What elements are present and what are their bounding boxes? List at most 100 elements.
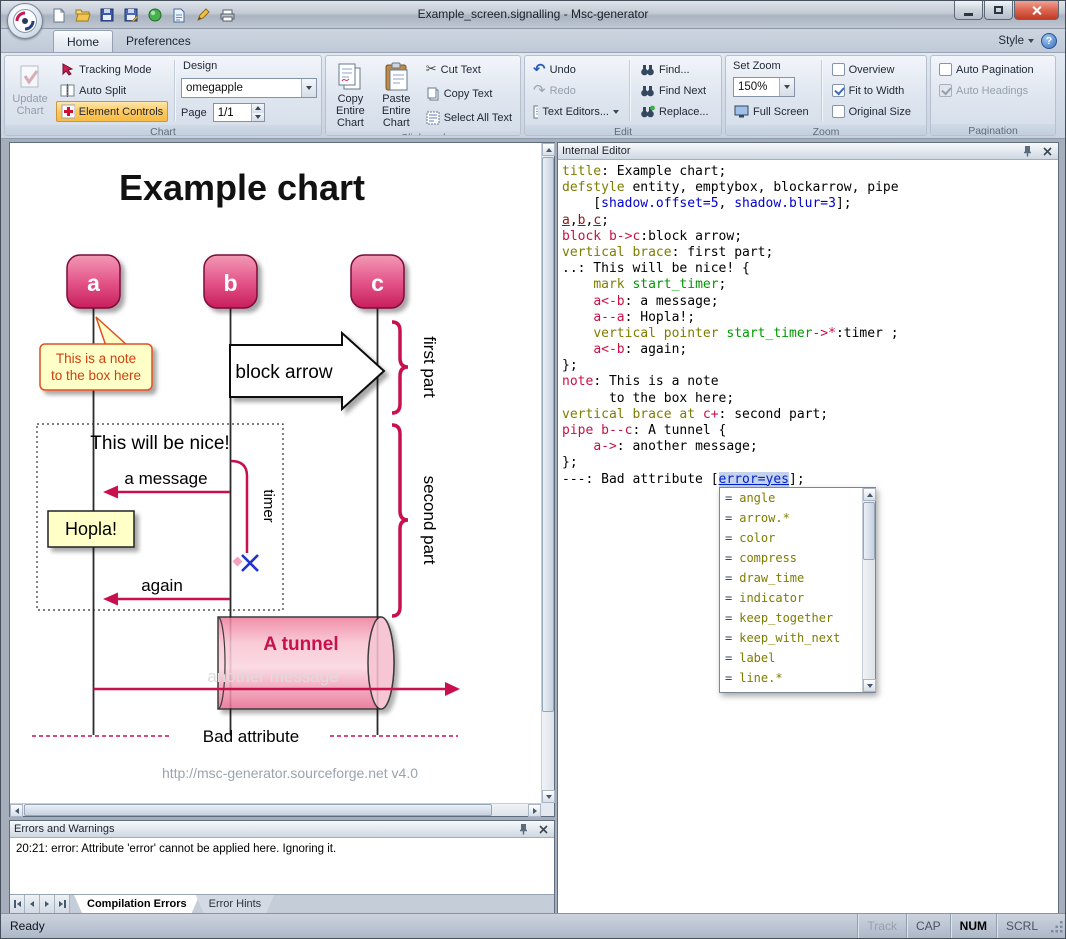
prev-tab-button[interactable] [25,895,40,913]
style-dropdown[interactable]: Style [998,35,1034,47]
tab-compilation-errors[interactable]: Compilation Errors [74,895,200,913]
message-again-arrowhead [103,593,118,606]
chart-title: Example chart [119,167,365,208]
autocomplete-item[interactable]: =compress [720,548,862,568]
overview-checkbox[interactable] [832,63,845,76]
next-tab-button[interactable] [40,895,55,913]
vertical-scroll-thumb[interactable] [542,157,554,712]
scroll-left-button[interactable] [10,804,23,817]
overview-checkbox-row[interactable]: Overview [828,59,922,80]
timer-end-marker [233,557,243,567]
tab-error-hints[interactable]: Error Hints [196,895,275,913]
autocomplete-item[interactable]: =draw_time [720,568,862,588]
app-menu-button[interactable] [7,3,43,39]
autocomplete-item-label: keep_with_next [739,631,840,645]
window-controls [953,1,1059,20]
close-panel-button[interactable] [1040,145,1054,158]
scroll-down-button[interactable] [542,790,555,803]
close-panel-button[interactable] [536,823,550,836]
spin-down-button[interactable] [252,113,264,122]
copy-entire-chart-button[interactable]: Copy Entire Chart [330,58,371,129]
minimize-button[interactable] [954,1,983,20]
autocomplete-item[interactable]: =line.* [720,668,862,688]
horizontal-scrollbar[interactable] [10,803,541,816]
text-editors-button[interactable]: Text Editors... [529,101,623,122]
redo-button[interactable]: ↷ Redo [529,80,623,101]
message-again-label: again [141,576,183,595]
horizontal-scroll-thumb[interactable] [24,804,492,816]
auto-pagination-checkbox[interactable] [939,63,952,76]
pin-button[interactable] [516,823,530,836]
undo-button[interactable]: ↶ Undo [529,59,623,80]
original-size-checkbox-row[interactable]: Original Size [828,101,922,122]
new-document-button[interactable] [49,5,69,25]
svg-text:c: c [371,270,384,296]
autocomplete-scroll-thumb[interactable] [863,502,875,560]
divider-label: Bad attribute [203,727,299,746]
print-button[interactable] [217,5,237,25]
chart-canvas[interactable]: Example chart This is a note to the box … [10,143,541,803]
auto-split-button[interactable]: Auto Split [56,80,168,101]
autocomplete-item[interactable]: =indicator [720,588,862,608]
zoom-combobox[interactable]: 150% [733,77,795,97]
fit-to-width-checkbox[interactable] [832,84,845,97]
auto-headings-checkbox[interactable] [939,84,952,97]
save-button[interactable] [97,5,117,25]
scroll-up-button[interactable] [863,488,876,501]
autocomplete-item[interactable]: =keep_together [720,608,862,628]
full-screen-button[interactable]: Full Screen [730,101,815,122]
scroll-up-button[interactable] [542,143,555,156]
update-chart-button[interactable]: Update Chart [9,58,51,123]
pipe-label: A tunnel [263,634,338,655]
tracking-mode-button[interactable]: Tracking Mode [56,59,168,80]
auto-headings-checkbox-row[interactable]: Auto Headings [935,80,1051,101]
status-caps-lock: CAP [906,914,950,938]
open-button[interactable] [73,5,93,25]
element-controls-button[interactable]: Element Controls [56,101,168,122]
autocomplete-item[interactable]: =keep_with_next [720,628,862,648]
autocomplete-item[interactable]: =color [720,528,862,548]
find-next-button[interactable]: Find Next [636,80,717,101]
copy-text-button[interactable]: Copy Text [422,83,516,104]
cut-text-button[interactable]: ✂ Cut Text [422,59,516,80]
status-scroll-lock: SCRL [996,914,1047,938]
tab-preferences[interactable]: Preferences [113,30,204,52]
select-all-text-button[interactable]: Select All Text [422,107,516,128]
preview-button[interactable] [169,5,189,25]
first-tab-button[interactable] [10,895,25,913]
status-ready: Ready [1,919,45,933]
close-button[interactable] [1014,1,1059,20]
original-size-checkbox[interactable] [832,105,845,118]
chevron-left-icon [12,808,19,814]
auto-pagination-checkbox-row[interactable]: Auto Pagination [935,59,1051,80]
editor-body[interactable]: title: Example chart;defstyle entity, em… [558,160,1058,913]
last-tab-button[interactable] [55,895,70,913]
maximize-button[interactable] [984,1,1013,20]
attribute-icon: = [725,511,732,525]
errors-tab-strip: Compilation Errors Error Hints [10,894,554,913]
autocomplete-item[interactable]: =arrow.* [720,508,862,528]
pipe-cap [368,617,394,709]
help-button[interactable]: ? [1041,33,1057,49]
spin-up-button[interactable] [252,104,264,113]
resize-grip[interactable] [1051,921,1064,937]
fit-to-width-checkbox-row[interactable]: Fit to Width [828,80,922,101]
design-combobox[interactable]: omegapple [181,78,317,98]
editor-code[interactable]: title: Example chart;defstyle entity, em… [558,160,1058,488]
scrollbar-corner [541,803,554,816]
scroll-down-button[interactable] [863,679,876,692]
edit-button[interactable] [193,5,213,25]
autocomplete-item[interactable]: =angle [720,488,862,508]
replace-button[interactable]: Replace... [636,101,717,122]
vertical-scrollbar[interactable] [541,143,554,803]
scroll-right-button[interactable] [528,804,541,817]
pin-button[interactable] [1020,145,1034,158]
autocomplete-scrollbar[interactable] [862,488,875,692]
autocomplete-item[interactable]: =label [720,648,862,668]
tab-home[interactable]: Home [53,30,113,52]
page-spinner[interactable]: 1/1 [213,103,265,122]
paste-entire-chart-button[interactable]: Paste Entire Chart [376,58,417,129]
recompile-button[interactable] [145,5,165,25]
save-as-button[interactable] [121,5,141,25]
find-button[interactable]: Find... [636,59,717,80]
